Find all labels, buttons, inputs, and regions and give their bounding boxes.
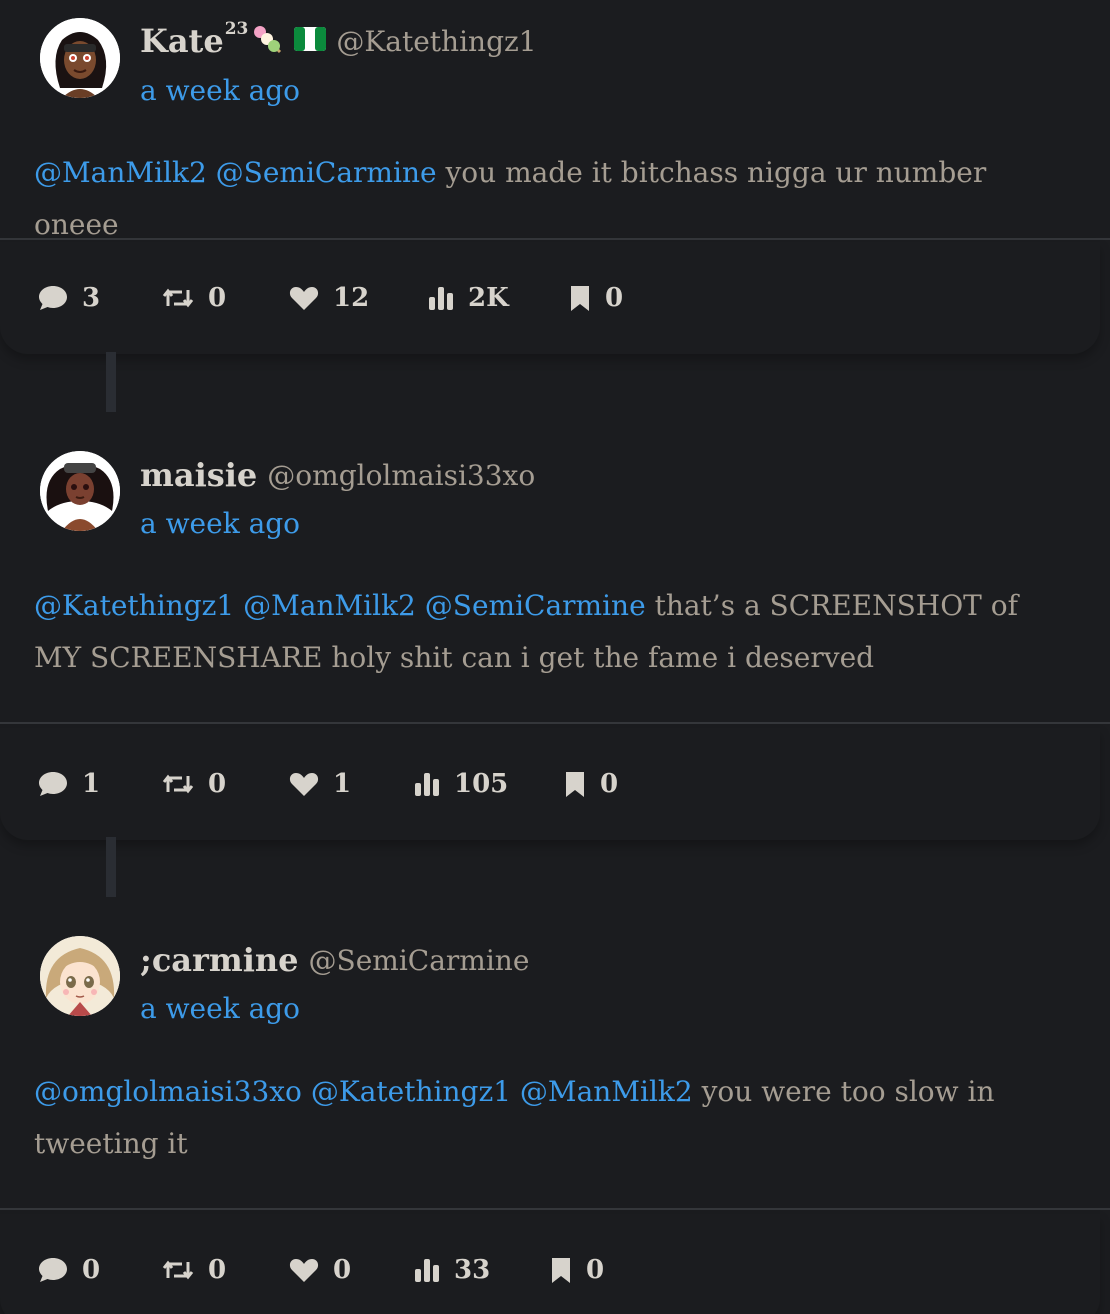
speech-bubble-icon (39, 286, 67, 310)
retweet-count: 0 (208, 769, 227, 799)
handle[interactable]: @SemiCarmine (309, 944, 530, 977)
bookmark-button[interactable]: 0 (564, 728, 618, 840)
bookmark-count: 0 (586, 1255, 605, 1285)
retweet-icon (162, 774, 194, 794)
thread-connector (106, 352, 116, 412)
mention-link[interactable]: @ManMilk2 (520, 1075, 693, 1108)
divider (0, 238, 1110, 240)
heart-icon (289, 1259, 319, 1282)
timestamp-link[interactable]: a week ago (140, 74, 300, 107)
dango-emoji-icon (252, 24, 284, 58)
retweet-count: 0 (208, 283, 227, 313)
author-line: ;carmine @SemiCarmine (140, 936, 529, 984)
bookmark-count: 0 (605, 283, 624, 313)
avatar[interactable] (40, 18, 120, 98)
tweet-text: @omglolmaisi33xo @Katethingz1 @ManMilk2 … (34, 1066, 1070, 1170)
display-name-superscript: 23 (224, 19, 249, 39)
avatar-maisie-image (40, 451, 120, 531)
tweet-text: @Katethingz1 @ManMilk2 @SemiCarmine that… (34, 580, 1070, 684)
bookmark-icon (566, 772, 584, 797)
reply-count: 0 (82, 1255, 101, 1285)
heart-icon (289, 773, 319, 796)
handle[interactable]: @omglolmaisi33xo (267, 459, 535, 492)
tweet-text: @ManMilk2 @SemiCarmine you made it bitch… (34, 147, 1070, 251)
action-bar: 0 0 0 33 0 (0, 1214, 1100, 1314)
nigeria-flag-icon (294, 27, 327, 55)
mention-link[interactable]: @Katethingz1 (311, 1075, 511, 1108)
reply-button[interactable]: 1 (38, 728, 100, 840)
tweet-thread: Kate 23 @Katethingz1 a week ago @ManMilk… (0, 0, 1110, 1314)
bookmark-icon (571, 286, 589, 311)
like-button[interactable]: 12 (289, 242, 369, 354)
like-count: 12 (333, 283, 370, 313)
display-name[interactable]: maisie (140, 456, 257, 494)
reply-count: 1 (82, 769, 101, 799)
views-button[interactable]: 33 (414, 1214, 490, 1314)
bar-chart-icon (415, 1259, 439, 1282)
views-button[interactable]: 2K (428, 242, 509, 354)
avatar-carmine-image (40, 936, 120, 1016)
retweet-button[interactable]: 0 (162, 242, 226, 354)
reply-button[interactable]: 3 (38, 242, 100, 354)
like-count: 0 (333, 1255, 352, 1285)
like-button[interactable]: 0 (289, 1214, 351, 1314)
view-count: 105 (454, 769, 509, 799)
reply-button[interactable]: 0 (38, 1214, 100, 1314)
display-name[interactable]: Kate (140, 22, 224, 60)
view-count: 2K (468, 283, 509, 313)
speech-bubble-icon (39, 1258, 67, 1282)
author-line: Kate 23 @Katethingz1 (140, 17, 537, 65)
avatar[interactable] (40, 451, 120, 531)
thread-connector (106, 837, 116, 897)
mention-link[interactable]: @Katethingz1 (34, 589, 234, 622)
views-button[interactable]: 105 (414, 728, 508, 840)
retweet-icon (162, 1260, 194, 1280)
speech-bubble-icon (39, 772, 67, 796)
bar-chart-icon (415, 773, 439, 796)
avatar-kate-image (40, 18, 120, 98)
bookmark-button[interactable]: 0 (550, 1214, 604, 1314)
divider (0, 1208, 1110, 1210)
mention-link[interactable]: @ManMilk2 (34, 156, 207, 189)
mention-link[interactable]: @omglolmaisi33xo (34, 1075, 302, 1108)
bookmark-button[interactable]: 0 (569, 242, 623, 354)
bookmark-icon (552, 1258, 570, 1283)
like-count: 1 (333, 769, 352, 799)
view-count: 33 (454, 1255, 491, 1285)
bookmark-count: 0 (600, 769, 619, 799)
heart-icon (289, 287, 319, 310)
avatar[interactable] (40, 936, 120, 1016)
mention-link[interactable]: @ManMilk2 (243, 589, 416, 622)
display-name[interactable]: ;carmine (140, 941, 299, 979)
action-bar: 3 0 12 2K 0 (0, 242, 1100, 354)
retweet-count: 0 (208, 1255, 227, 1285)
retweet-button[interactable]: 0 (162, 1214, 226, 1314)
divider (0, 722, 1110, 724)
handle[interactable]: @Katethingz1 (336, 25, 536, 58)
mention-link[interactable]: @SemiCarmine (425, 589, 646, 622)
like-button[interactable]: 1 (289, 728, 351, 840)
timestamp-link[interactable]: a week ago (140, 992, 300, 1025)
author-line: maisie @omglolmaisi33xo (140, 451, 535, 499)
timestamp-link[interactable]: a week ago (140, 507, 300, 540)
bar-chart-icon (429, 287, 453, 310)
retweet-button[interactable]: 0 (162, 728, 226, 840)
reply-count: 3 (82, 283, 101, 313)
retweet-icon (162, 288, 194, 308)
mention-link[interactable]: @SemiCarmine (216, 156, 437, 189)
action-bar: 1 0 1 105 0 (0, 728, 1100, 840)
